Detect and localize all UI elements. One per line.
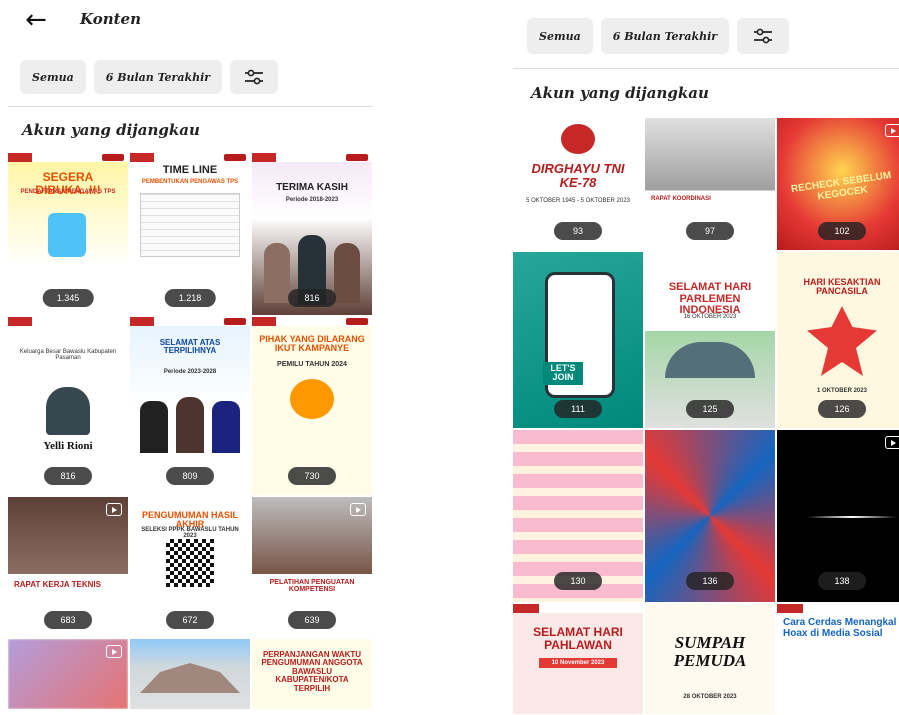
reach-count: 672 — [166, 611, 214, 629]
tile-caption: PELATIHAN PENGUATAN KOMPETENSI — [269, 579, 355, 594]
reach-count: 1.218 — [164, 289, 216, 307]
tile-caption: TERIMA KASIH — [276, 182, 348, 193]
reach-count: 138 — [818, 572, 866, 590]
page-title: Konten — [80, 10, 141, 28]
reach-count: 1.345 — [42, 289, 94, 307]
reel-icon — [350, 503, 366, 516]
content-tile[interactable]: SUMPAH PEMUDA 28 OKTOBER 2023 — [645, 604, 775, 714]
arrow-left-icon: ← — [25, 5, 47, 35]
tile-subtitle: 1 OKTOBER 2023 — [817, 388, 867, 394]
tile-caption: HARI KESAKTIAN PANCASILA — [803, 277, 881, 297]
filter-row: Semua 6 Bulan Terakhir — [527, 18, 790, 54]
tile-caption: PERPANJANGAN WAKTU PENGUMUMAN ANGGOTA BA… — [261, 650, 363, 693]
tile-subtitle: PENDAFTARAN PENGAWAS TPS — [20, 189, 116, 195]
content-tile[interactable]: 138 — [777, 430, 899, 602]
content-tile[interactable]: RAPAT KOORDINASI 97 — [645, 118, 775, 250]
tile-caption: PIHAK YANG DILARANG IKUT KAMPANYE — [259, 334, 365, 354]
tile-subtitle: PEMILU TAHUN 2024 — [277, 361, 347, 368]
reach-count: 102 — [818, 222, 866, 240]
tile-subtitle: 10 November 2023 — [539, 658, 617, 668]
content-tile[interactable]: PELATIHAN PENGUATAN KOMPETENSI 639 — [252, 497, 372, 637]
reach-count: 136 — [686, 572, 734, 590]
filter-all-button[interactable]: Semua — [20, 60, 86, 94]
left-panel: ← Konten Semua 6 Bulan Terakhir Akun yan… — [0, 0, 380, 715]
tile-caption: SELAMAT ATAS TERPILIHNYA — [159, 338, 221, 356]
content-grid: SEGERA DIBUKA..!!! PENDAFTARAN PENGAWAS … — [8, 153, 372, 709]
content-tile[interactable] — [8, 639, 128, 709]
tile-caption: SELAMAT HARI PARLEMEN INDONESIA — [668, 281, 752, 317]
reel-icon — [106, 503, 122, 516]
filter-settings-button[interactable] — [737, 18, 790, 54]
content-tile[interactable]: LET'S JOIN 111 — [513, 252, 643, 428]
reach-count: 111 — [554, 400, 602, 418]
tile-caption: SELAMAT HARI PAHLAWAN — [533, 625, 623, 652]
reach-count: 126 — [818, 400, 866, 418]
reach-count: 130 — [554, 572, 602, 590]
content-grid: DIRGHAYU TNI KE-78 5 OKTOBER 1945 - 5 OK… — [513, 118, 899, 714]
reach-count: 816 — [44, 467, 92, 485]
section-title: Akun yang dijangkau — [22, 121, 200, 139]
content-tile[interactable]: PENGUMUMAN HASIL AKHIR SELEKSI PPPK BAWA… — [130, 497, 250, 637]
tile-subtitle: 28 OKTOBER 2023 — [683, 694, 737, 700]
reach-count: 97 — [686, 222, 734, 240]
tile-caption: RAPAT KERJA TEKNIS — [14, 580, 101, 589]
content-tile[interactable]: SELAMAT HARI PARLEMEN INDONESIA 16 OKTOB… — [645, 252, 775, 428]
content-tile[interactable]: 130 — [513, 430, 643, 602]
reach-count: 125 — [686, 400, 734, 418]
filter-period-button[interactable]: 6 Bulan Terakhir — [600, 18, 730, 54]
tile-caption: DIRGHAYU TNI KE-78 — [531, 161, 625, 190]
divider — [513, 68, 899, 69]
content-tile[interactable]: PIHAK YANG DILARANG IKUT KAMPANYE PEMILU… — [252, 317, 372, 495]
divider — [8, 106, 373, 107]
reach-count: 816 — [288, 289, 336, 307]
content-tile[interactable]: HARI KESAKTIAN PANCASILA 1 OKTOBER 2023 … — [777, 252, 899, 428]
tile-subtitle: Periode 2018-2023 — [285, 197, 339, 203]
reach-count: 730 — [288, 467, 336, 485]
reach-count: 809 — [166, 467, 214, 485]
content-tile[interactable]: SELAMAT ATAS TERPILIHNYA Periode 2023-20… — [130, 317, 250, 495]
tile-caption: RAPAT KOORDINASI — [651, 196, 711, 202]
content-tile[interactable]: RAPAT KERJA TEKNIS 683 — [8, 497, 128, 637]
tile-subtitle: SELEKSI PPPK BAWASLU TAHUN 2023 — [141, 527, 239, 539]
content-tile[interactable]: SELAMAT HARI PAHLAWAN 10 November 2023 — [513, 604, 643, 714]
right-panel: Semua 6 Bulan Terakhir Akun yang dijangk… — [505, 0, 899, 715]
reach-count: 93 — [554, 222, 602, 240]
filter-all-button[interactable]: Semua — [527, 18, 593, 54]
tile-caption: Yelli Rioni — [43, 440, 93, 452]
content-tile[interactable]: TERIMA KASIH Periode 2018-2023 816 — [252, 153, 372, 315]
tile-caption: LET'S JOIN — [543, 362, 583, 385]
section-title: Akun yang dijangkau — [531, 84, 709, 102]
back-button[interactable]: ← — [22, 5, 50, 35]
content-tile[interactable]: Keluarga Besar Bawaslu Kabupaten Pasaman… — [8, 317, 128, 495]
reel-icon — [885, 436, 899, 449]
tile-caption: SUMPAH PEMUDA — [673, 633, 747, 670]
reel-icon — [106, 645, 122, 658]
reach-count: 683 — [44, 611, 92, 629]
filter-settings-button[interactable] — [230, 60, 279, 94]
sliders-icon — [245, 69, 264, 85]
sliders-icon — [754, 28, 773, 44]
content-tile[interactable]: SEGERA DIBUKA..!!! PENDAFTARAN PENGAWAS … — [8, 153, 128, 315]
filter-period-button[interactable]: 6 Bulan Terakhir — [93, 60, 223, 94]
content-tile[interactable]: DIRGHAYU TNI KE-78 5 OKTOBER 1945 - 5 OK… — [513, 118, 643, 250]
tile-caption: TIME LINE — [162, 164, 218, 176]
tile-subtitle: Periode 2023-2028 — [163, 369, 217, 375]
tile-subtitle: PEMBENTUKAN PENGAWAS TPS — [141, 179, 239, 185]
content-tile[interactable]: TIME LINE PEMBENTUKAN PENGAWAS TPS 1.218 — [130, 153, 250, 315]
tile-subtitle: Keluarga Besar Bawaslu Kabupaten Pasaman — [19, 349, 117, 361]
content-tile[interactable]: Cara Cerdas Menangkal Hoax di Media Sosi… — [777, 604, 899, 714]
content-tile[interactable]: RECHECK SEBELUM KEGOCEK 102 — [777, 118, 899, 250]
reach-count: 639 — [288, 611, 336, 629]
tile-caption: Cara Cerdas Menangkal Hoax di Media Sosi… — [783, 617, 897, 639]
filter-row: Semua 6 Bulan Terakhir — [20, 60, 279, 94]
reel-icon — [885, 124, 899, 137]
tile-subtitle: 16 OKTOBER 2023 — [683, 314, 737, 320]
content-tile[interactable]: 136 — [645, 430, 775, 602]
tile-subtitle: 5 OKTOBER 1945 - 5 OKTOBER 2023 — [526, 198, 630, 204]
content-tile[interactable]: PERPANJANGAN WAKTU PENGUMUMAN ANGGOTA BA… — [252, 639, 372, 709]
content-tile[interactable] — [130, 639, 250, 709]
